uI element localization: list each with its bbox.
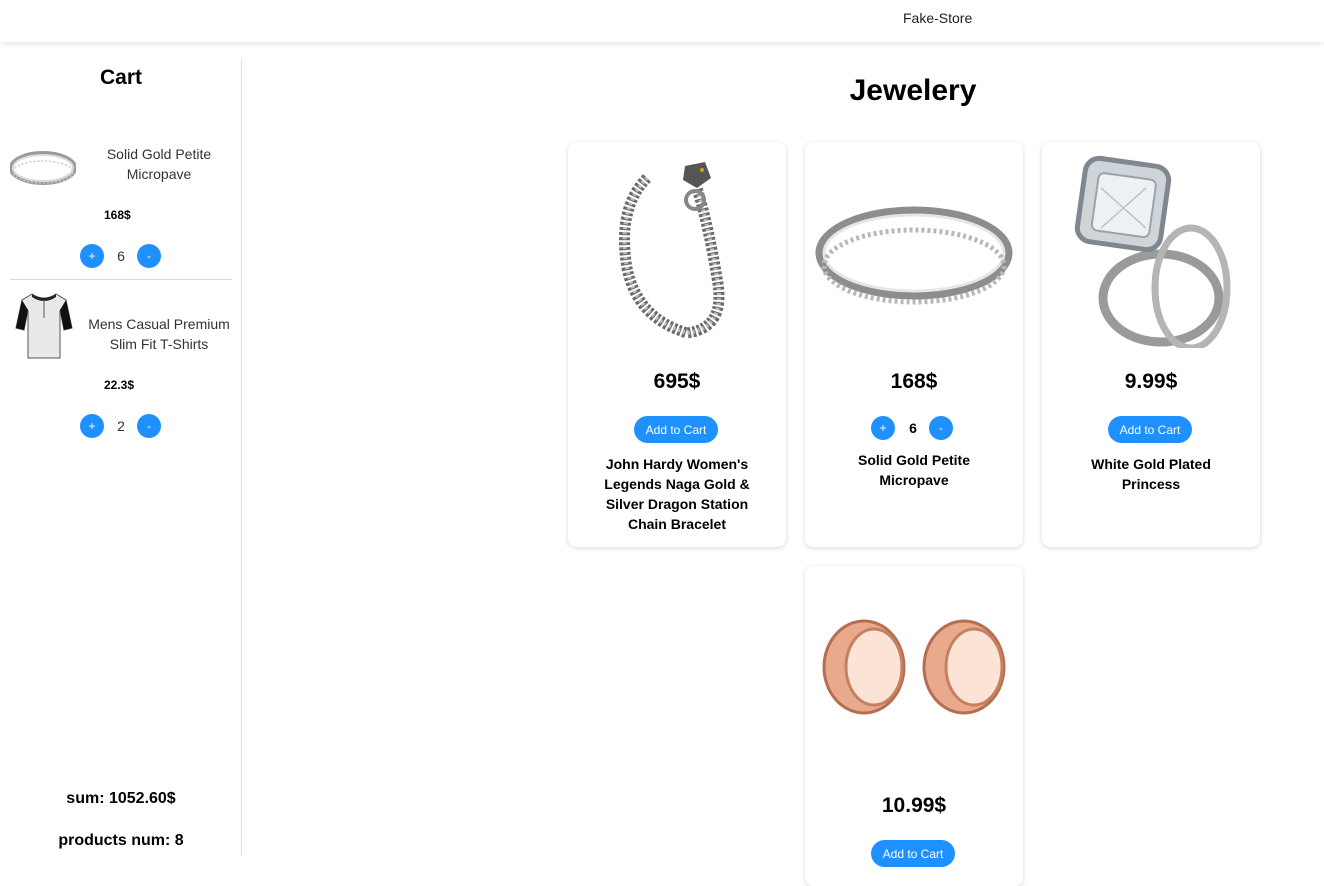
product-price: 168$ [890, 370, 938, 393]
product-name: John Hardy Women's Legends Naga Gold & S… [604, 456, 750, 532]
product-card: 9.99$ Add to Cart White Gold Plated Prin… [1042, 142, 1260, 547]
add-to-cart-button[interactable]: Add to Cart [634, 416, 718, 443]
diamond-ring-icon [1074, 155, 1231, 348]
tshirt-icon [15, 293, 73, 359]
cart-item: Mens Casual Premium Slim Fit T-Shirts 22… [10, 282, 232, 452]
product-name: White Gold Plated Princess [1091, 456, 1211, 492]
earring-plugs-icon [822, 619, 1006, 715]
increase-qty-button[interactable]: + [871, 416, 895, 440]
add-to-cart-button[interactable]: Add to Cart [1108, 416, 1192, 443]
quantity-value: 6 [117, 248, 125, 264]
brand-link[interactable]: Fake-Store [903, 10, 972, 26]
quantity-stepper: + 2 - [80, 414, 170, 438]
quantity-stepper: + 6 - [871, 416, 957, 440]
decrease-qty-button[interactable]: - [137, 414, 161, 438]
cart-sum: sum: 1052.60$ [66, 790, 176, 807]
category-title: Jewelery [849, 74, 977, 107]
product-price: 695$ [653, 370, 701, 393]
decrease-qty-button[interactable]: - [137, 244, 161, 268]
quantity-value: 6 [909, 420, 917, 436]
product-price: 10.99$ [881, 794, 947, 817]
top-navbar: Fake-Store [0, 0, 1324, 42]
quantity-stepper: + 6 - [80, 244, 170, 268]
product-price: 9.99$ [1124, 370, 1178, 393]
increase-qty-button[interactable]: + [80, 414, 104, 438]
bracelet-icon [619, 162, 725, 339]
cart-item-price: 168$ [104, 208, 131, 222]
product-card: 10.99$ Add to Cart [805, 566, 1023, 886]
ring-icon [10, 151, 76, 185]
product-name: Solid Gold Petite Micropave [857, 452, 970, 488]
add-to-cart-button[interactable]: Add to Cart [871, 840, 955, 867]
cart-products-count: products num: 8 [58, 832, 184, 849]
increase-qty-button[interactable]: + [80, 244, 104, 268]
decrease-qty-button[interactable]: - [929, 416, 953, 440]
cart-item-price: 22.3$ [104, 378, 135, 392]
product-card: 168$ + 6 - Solid Gold Petite Micropave [805, 142, 1023, 547]
cart-title: Cart [99, 66, 142, 89]
ring-icon [815, 206, 1013, 305]
cart-item: Solid Gold Petite Micropave 168$ + 6 - [10, 120, 232, 280]
cart-sidebar: Cart Solid Gold Petite Micropave 168$ + … [0, 60, 242, 856]
cart-item-name: Mens Casual Premium Slim Fit T-Shirts [88, 316, 230, 352]
quantity-value: 2 [117, 418, 125, 434]
product-card: 695$ Add to Cart John Hardy Women's Lege… [568, 142, 786, 547]
cart-item-name: Solid Gold Petite Micropave [106, 146, 212, 182]
